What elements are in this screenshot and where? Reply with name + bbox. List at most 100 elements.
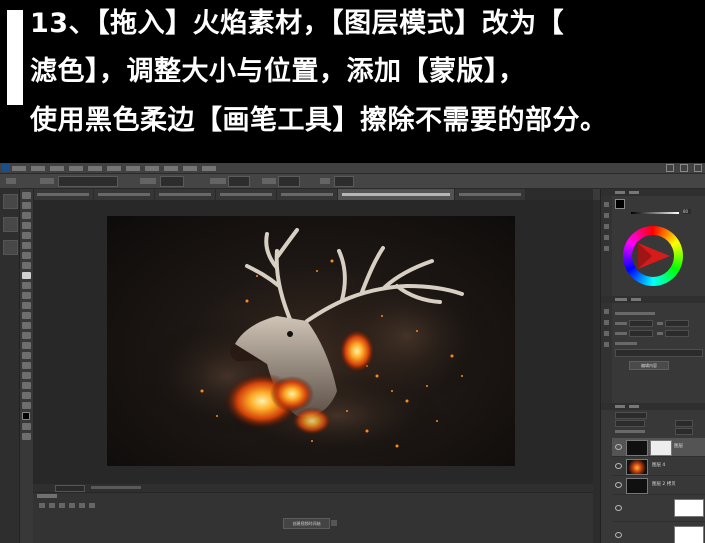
- mode-select[interactable]: [58, 176, 118, 187]
- height-field[interactable]: [665, 320, 689, 327]
- play-icon[interactable]: [59, 503, 65, 508]
- history-brush-tool-icon[interactable]: [22, 292, 31, 299]
- edit-contents-button[interactable]: 编辑内容: [629, 361, 669, 370]
- audio-icon[interactable]: [79, 503, 85, 508]
- tab-layers[interactable]: [615, 405, 625, 408]
- flow-field[interactable]: [228, 176, 250, 187]
- screen-mode-icon[interactable]: [22, 433, 31, 440]
- zoom-field[interactable]: [55, 485, 85, 492]
- visibility-eye-icon[interactable]: [615, 444, 622, 450]
- canvas-image[interactable]: [107, 216, 515, 466]
- type-tool-icon[interactable]: [22, 352, 31, 359]
- y-field[interactable]: [665, 330, 689, 337]
- quick-mask-icon[interactable]: [22, 423, 31, 430]
- eyedropper-tool-icon[interactable]: [22, 252, 31, 259]
- menu-items[interactable]: [12, 164, 216, 171]
- menu-item[interactable]: [31, 166, 45, 171]
- smoothing-field[interactable]: [278, 176, 300, 187]
- foreground-swatch[interactable]: [615, 199, 625, 209]
- panel-icon[interactable]: [604, 309, 609, 314]
- color-triangle-icon[interactable]: [632, 235, 674, 277]
- document-info[interactable]: [91, 486, 141, 489]
- layer-filter-select[interactable]: [615, 412, 647, 419]
- document-tab[interactable]: [33, 189, 94, 200]
- healing-tool-icon[interactable]: [22, 262, 31, 269]
- prev-frame-icon[interactable]: [49, 503, 55, 508]
- vertical-scrollbar[interactable]: [593, 200, 600, 543]
- layer-thumbnail[interactable]: [626, 459, 648, 475]
- document-tab[interactable]: [277, 189, 338, 200]
- panel-dock-button[interactable]: [3, 194, 18, 209]
- layer-row[interactable]: 图层 2 拷贝: [612, 476, 705, 495]
- maximize-icon[interactable]: [680, 164, 688, 172]
- panel-icon[interactable]: [604, 342, 609, 347]
- panel-dock-button[interactable]: [3, 217, 18, 232]
- panel-icon[interactable]: [604, 202, 609, 207]
- menu-item[interactable]: [202, 166, 216, 171]
- panel-icon[interactable]: [604, 224, 609, 229]
- frame-tool-icon[interactable]: [22, 242, 31, 249]
- layer-thumbnail[interactable]: [674, 526, 704, 543]
- move-tool-icon[interactable]: [22, 192, 31, 199]
- panel-icon[interactable]: [604, 331, 609, 336]
- menu-item[interactable]: [69, 166, 83, 171]
- menu-item[interactable]: [50, 166, 64, 171]
- color-wheel[interactable]: [623, 226, 683, 286]
- layer-fill-field[interactable]: [675, 428, 693, 435]
- visibility-eye-icon[interactable]: [615, 532, 622, 538]
- layer-thumbnail[interactable]: [626, 478, 648, 494]
- panel-icon[interactable]: [604, 213, 609, 218]
- more-tools-icon[interactable]: [22, 402, 31, 409]
- document-tab[interactable]: [94, 189, 155, 200]
- angle-field[interactable]: [334, 176, 354, 187]
- document-tab[interactable]: [155, 189, 216, 200]
- next-frame-icon[interactable]: [69, 503, 75, 508]
- document-tab-active[interactable]: [338, 189, 455, 200]
- timeline-tab[interactable]: [37, 494, 57, 498]
- tab-channels[interactable]: [629, 405, 639, 408]
- angle-icon[interactable]: [320, 178, 330, 184]
- menu-item[interactable]: [88, 166, 102, 171]
- path-select-tool-icon[interactable]: [22, 362, 31, 369]
- layer-row[interactable]: [612, 495, 705, 522]
- dodge-tool-icon[interactable]: [22, 332, 31, 339]
- tab-color[interactable]: [615, 191, 625, 194]
- lasso-tool-icon[interactable]: [22, 212, 31, 219]
- menu-item[interactable]: [12, 166, 26, 171]
- layer-row[interactable]: [612, 522, 705, 543]
- chevron-down-icon[interactable]: [331, 520, 337, 526]
- menu-item[interactable]: [126, 166, 140, 171]
- panel-icon[interactable]: [604, 320, 609, 325]
- layer-opacity-field[interactable]: [675, 420, 693, 427]
- shape-tool-icon[interactable]: [22, 372, 31, 379]
- menu-item[interactable]: [164, 166, 178, 171]
- opacity-field[interactable]: [160, 176, 184, 187]
- menu-item[interactable]: [107, 166, 121, 171]
- blur-tool-icon[interactable]: [22, 322, 31, 329]
- tab-swatches[interactable]: [629, 191, 639, 194]
- brush-tool-icon[interactable]: [22, 272, 31, 279]
- brightness-slider[interactable]: [631, 212, 679, 214]
- width-field[interactable]: [629, 320, 653, 327]
- visibility-eye-icon[interactable]: [615, 505, 622, 511]
- eraser-tool-icon[interactable]: [22, 302, 31, 309]
- document-workspace[interactable]: [33, 200, 593, 492]
- create-video-timeline-button[interactable]: 创建视频时间轴: [283, 518, 330, 529]
- foreground-color-swatch[interactable]: [22, 412, 30, 420]
- layer-row[interactable]: 图层 4: [612, 457, 705, 476]
- layer-thumbnail[interactable]: [674, 499, 704, 517]
- gradient-tool-icon[interactable]: [22, 312, 31, 319]
- panel-icon[interactable]: [604, 235, 609, 240]
- layer-row[interactable]: 图层: [612, 438, 705, 457]
- tab-properties[interactable]: [615, 298, 627, 301]
- quick-select-tool-icon[interactable]: [22, 222, 31, 229]
- document-tab[interactable]: [455, 189, 526, 200]
- brush-preset-icon[interactable]: [6, 178, 16, 184]
- close-icon[interactable]: [694, 164, 702, 172]
- layer-comp-select[interactable]: [615, 349, 703, 357]
- crop-tool-icon[interactable]: [22, 232, 31, 239]
- marquee-tool-icon[interactable]: [22, 202, 31, 209]
- lock-options[interactable]: [615, 430, 645, 433]
- layer-thumbnail[interactable]: [626, 440, 648, 456]
- pen-tool-icon[interactable]: [22, 342, 31, 349]
